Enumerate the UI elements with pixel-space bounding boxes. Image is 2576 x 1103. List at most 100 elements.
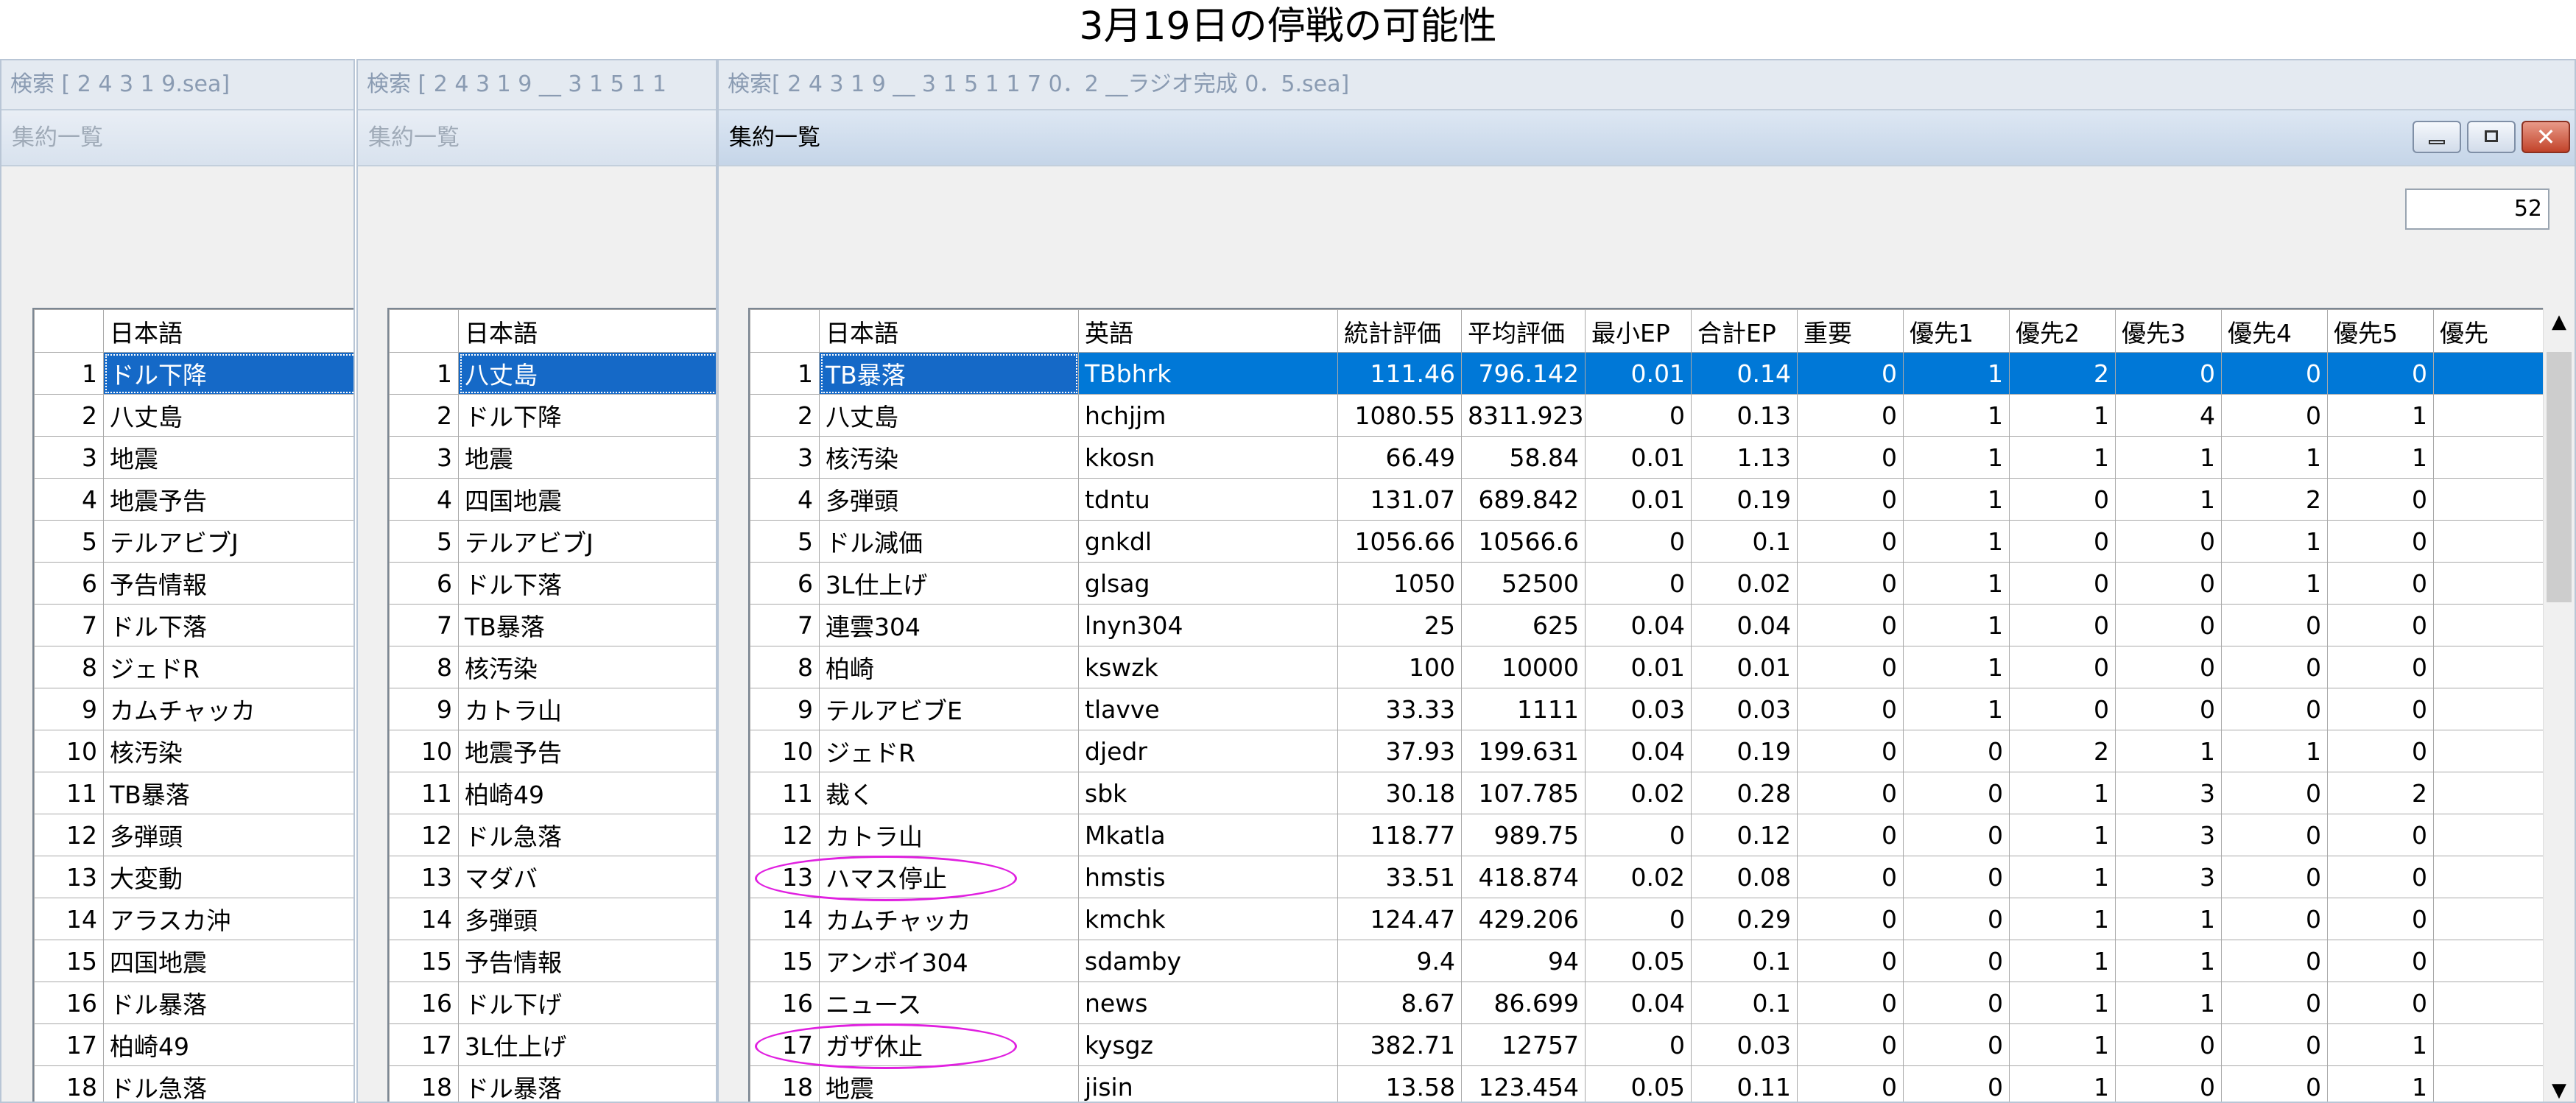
- cell-important[interactable]: 0: [1797, 1023, 1904, 1066]
- cell-priority-6[interactable]: [2433, 352, 2547, 395]
- cell-stat-score[interactable]: 1050: [1337, 562, 1462, 605]
- table-row[interactable]: 16 ドル暴落: [34, 982, 353, 1024]
- cell-priority-3[interactable]: 3: [2115, 814, 2222, 856]
- table-row[interactable]: 14 多弾頭: [389, 898, 716, 940]
- column-header-priority-1[interactable]: 優先1: [1903, 309, 2010, 353]
- cell-priority-4[interactable]: 0: [2221, 646, 2328, 688]
- column-header-important[interactable]: 重要: [1797, 309, 1904, 353]
- result-count-field[interactable]: 52: [2405, 188, 2549, 230]
- cell-priority-1[interactable]: 1: [1903, 688, 2010, 730]
- cell-japanese[interactable]: TB暴落: [103, 772, 353, 814]
- minimize-button[interactable]: [2413, 121, 2461, 153]
- table-row[interactable]: 15 四国地震: [34, 940, 353, 982]
- cell-priority-5[interactable]: 1: [2327, 1065, 2434, 1102]
- cell-priority-5[interactable]: 0: [2327, 478, 2434, 521]
- cell-important[interactable]: 0: [1797, 898, 1904, 940]
- cell-priority-1[interactable]: 0: [1903, 898, 2010, 940]
- table-row[interactable]: 1 八丈島: [389, 352, 716, 395]
- cell-priority-5[interactable]: 0: [2327, 520, 2434, 563]
- table-row[interactable]: 5 テルアビブJ: [389, 520, 716, 563]
- search-window-title[interactable]: 検索 [ 2 4 3 1 9.sea]: [1, 60, 353, 110]
- cell-english[interactable]: djedr: [1078, 730, 1338, 772]
- cell-priority-2[interactable]: 2: [2009, 730, 2116, 772]
- cell-japanese[interactable]: 3L仕上げ: [819, 562, 1079, 605]
- table-row[interactable]: 11 TB暴落: [34, 772, 353, 814]
- cell-avg-score[interactable]: 429.206: [1461, 898, 1586, 940]
- cell-japanese[interactable]: 柏崎49: [458, 772, 716, 814]
- summary-table[interactable]: 日本語 1 八丈島 2 ドル下降 3 地震 4 四国地震 5 テルアビブJ 6 ドル下落 7 TB暴落 8 核汚…: [389, 309, 716, 1102]
- cell-priority-2[interactable]: 0: [2009, 478, 2116, 521]
- cell-important[interactable]: 0: [1797, 352, 1904, 395]
- table-row[interactable]: 8 ジェドR: [34, 646, 353, 688]
- cell-priority-2[interactable]: 0: [2009, 604, 2116, 646]
- cell-priority-3[interactable]: 1: [2115, 898, 2222, 940]
- table-row[interactable]: 17 3L仕上げ: [389, 1023, 716, 1066]
- cell-priority-3[interactable]: 0: [2115, 646, 2222, 688]
- table-row[interactable]: 13 ハマス停止 hmstis 33.51 418.874 0.02 0.08 0 0 1 3 0 0: [750, 856, 2547, 898]
- cell-important[interactable]: 0: [1797, 856, 1904, 898]
- cell-important[interactable]: 0: [1797, 940, 1904, 982]
- cell-stat-score[interactable]: 37.93: [1337, 730, 1462, 772]
- cell-priority-2[interactable]: 0: [2009, 688, 2116, 730]
- cell-avg-score[interactable]: 94: [1461, 940, 1586, 982]
- cell-english[interactable]: tlavve: [1078, 688, 1338, 730]
- cell-total-ep[interactable]: 0.12: [1691, 814, 1798, 856]
- cell-japanese[interactable]: ドル下落: [103, 604, 353, 646]
- cell-english[interactable]: glsag: [1078, 562, 1338, 605]
- cell-japanese[interactable]: 四国地震: [458, 478, 716, 521]
- cell-english[interactable]: kswzk: [1078, 646, 1338, 688]
- cell-priority-4[interactable]: 0: [2221, 1065, 2328, 1102]
- cell-stat-score[interactable]: 1056.66: [1337, 520, 1462, 563]
- cell-priority-1[interactable]: 0: [1903, 1023, 2010, 1066]
- cell-japanese[interactable]: ドル急落: [103, 1065, 353, 1102]
- cell-japanese[interactable]: 核汚染: [819, 436, 1079, 479]
- cell-japanese[interactable]: 地震予告: [103, 478, 353, 521]
- cell-stat-score[interactable]: 66.49: [1337, 436, 1462, 479]
- table-row[interactable]: 13 マダバ: [389, 856, 716, 898]
- cell-priority-1[interactable]: 1: [1903, 436, 2010, 479]
- cell-avg-score[interactable]: 12757: [1461, 1023, 1586, 1066]
- cell-priority-2[interactable]: 1: [2009, 436, 2116, 479]
- cell-japanese[interactable]: 地震: [458, 436, 716, 479]
- cell-priority-2[interactable]: 1: [2009, 1023, 2116, 1066]
- cell-priority-6[interactable]: [2433, 898, 2547, 940]
- table-row[interactable]: 13 大変動: [34, 856, 353, 898]
- cell-priority-1[interactable]: 0: [1903, 1065, 2010, 1102]
- cell-min-ep[interactable]: 0.05: [1585, 1065, 1692, 1102]
- table-row[interactable]: 9 カムチャッカ: [34, 688, 353, 730]
- cell-priority-1[interactable]: 0: [1903, 772, 2010, 814]
- cell-japanese[interactable]: テルアビブJ: [458, 520, 716, 563]
- cell-priority-3[interactable]: 0: [2115, 688, 2222, 730]
- cell-important[interactable]: 0: [1797, 688, 1904, 730]
- column-header-priority-3[interactable]: 優先3: [2115, 309, 2222, 353]
- cell-priority-4[interactable]: 1: [2221, 730, 2328, 772]
- column-header-avg-score[interactable]: 平均評価: [1461, 309, 1586, 353]
- cell-avg-score[interactable]: 10566.6: [1461, 520, 1586, 563]
- cell-stat-score[interactable]: 131.07: [1337, 478, 1462, 521]
- table-row[interactable]: 2 ドル下降: [389, 394, 716, 437]
- summary-list-title[interactable]: 集約一覧: [358, 110, 716, 166]
- cell-stat-score[interactable]: 382.71: [1337, 1023, 1462, 1066]
- table-row[interactable]: 16 ニュース news 8.67 86.699 0.04 0.1 0 0 1 1 0 0: [750, 982, 2547, 1024]
- cell-priority-5[interactable]: 0: [2327, 730, 2434, 772]
- cell-avg-score[interactable]: 796.142: [1461, 352, 1586, 395]
- summary-list-title[interactable]: 集約一覧: [1, 110, 353, 166]
- cell-total-ep[interactable]: 0.01: [1691, 646, 1798, 688]
- table-row[interactable]: 11 裁く sbk 30.18 107.785 0.02 0.28 0 0 1 3 0 2: [750, 772, 2547, 814]
- cell-priority-1[interactable]: 1: [1903, 646, 2010, 688]
- cell-priority-1[interactable]: 0: [1903, 814, 2010, 856]
- scroll-down-icon[interactable]: ▼: [2544, 1079, 2575, 1102]
- cell-priority-5[interactable]: 0: [2327, 898, 2434, 940]
- cell-priority-2[interactable]: 1: [2009, 898, 2116, 940]
- cell-priority-4[interactable]: 0: [2221, 940, 2328, 982]
- cell-priority-2[interactable]: 1: [2009, 394, 2116, 437]
- cell-total-ep[interactable]: 0.03: [1691, 1023, 1798, 1066]
- table-row[interactable]: 7 ドル下落: [34, 604, 353, 646]
- cell-priority-3[interactable]: 1: [2115, 730, 2222, 772]
- cell-priority-4[interactable]: 0: [2221, 394, 2328, 437]
- cell-priority-6[interactable]: [2433, 982, 2547, 1024]
- cell-priority-5[interactable]: 1: [2327, 1023, 2434, 1066]
- cell-japanese[interactable]: 連雲304: [819, 604, 1079, 646]
- cell-priority-4[interactable]: 1: [2221, 436, 2328, 479]
- column-header-total-ep[interactable]: 合計EP: [1691, 309, 1798, 353]
